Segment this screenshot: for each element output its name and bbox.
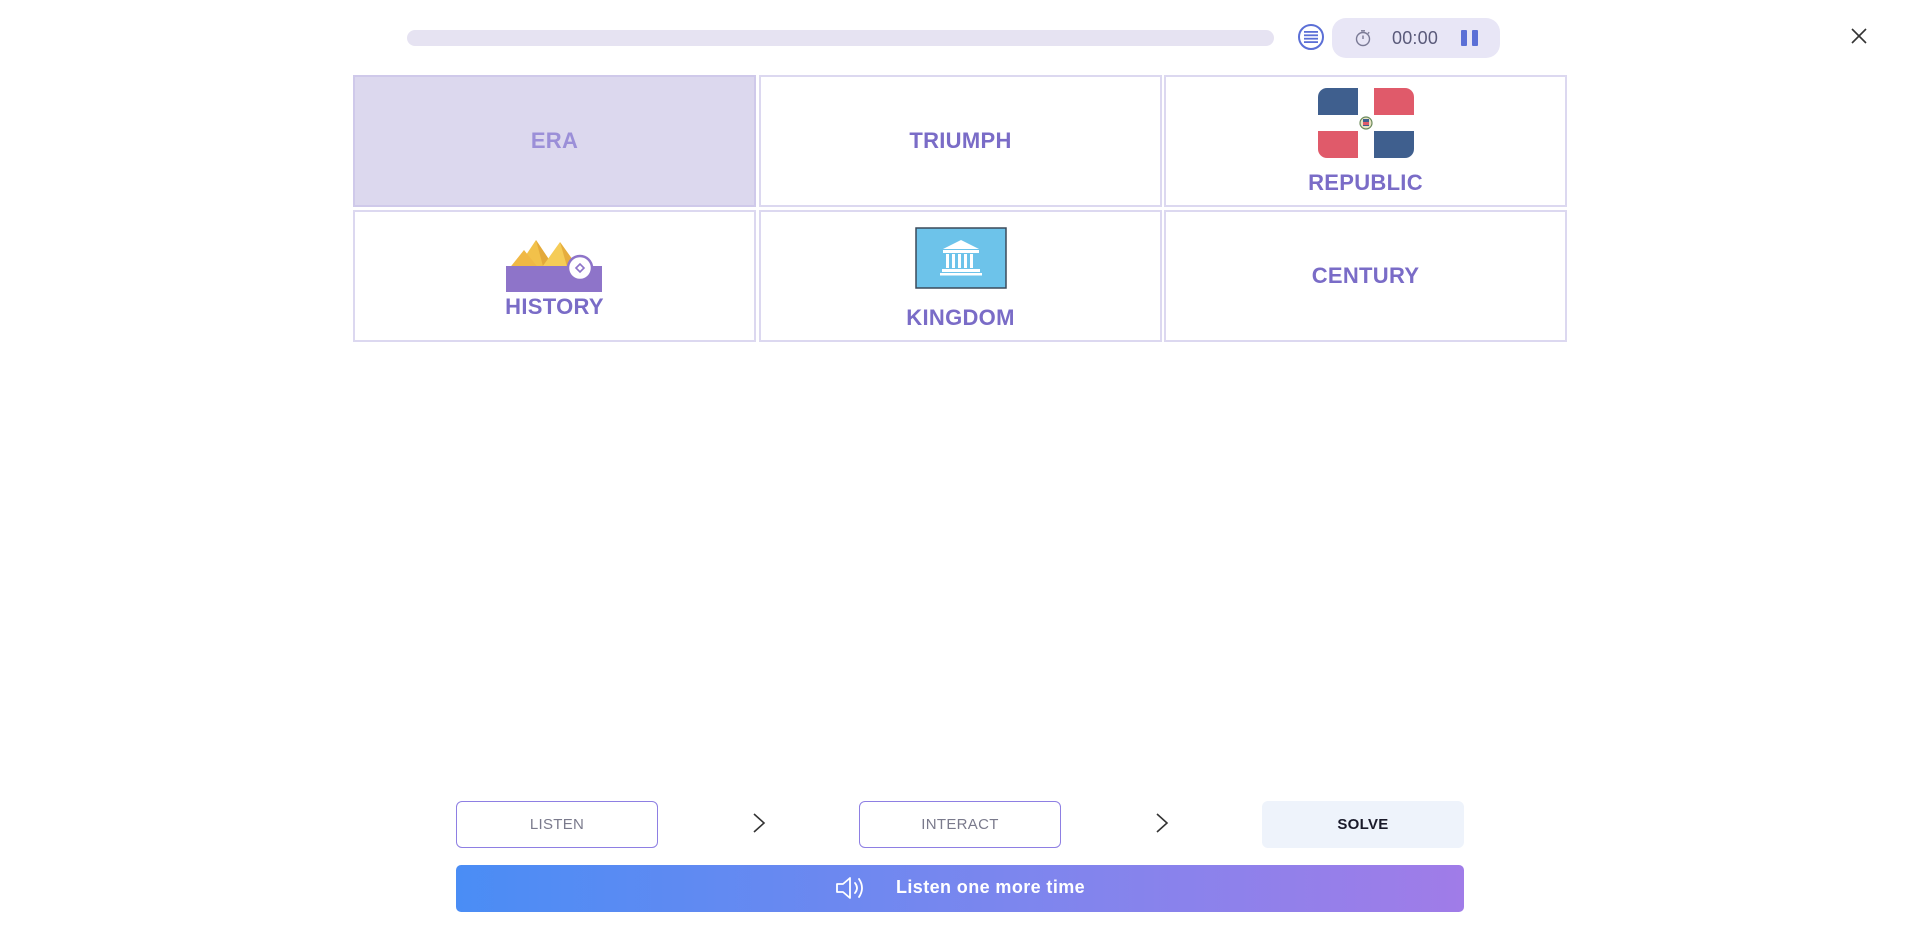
timer-text: 00:00 [1392, 28, 1439, 48]
pause-button[interactable] [1458, 27, 1482, 49]
unesco-flag-icon [914, 227, 1007, 289]
card-label: CENTURY [1311, 263, 1420, 288]
card-era[interactable]: ERA [353, 75, 756, 207]
card-century[interactable]: CENTURY [1164, 210, 1567, 342]
card-label: HISTORY [505, 294, 604, 319]
close-icon[interactable] [1847, 24, 1871, 48]
chevron-right-icon [753, 813, 766, 833]
card-republic[interactable]: REPUBLIC [1164, 75, 1567, 207]
card-triumph[interactable]: TRIUMPH [759, 75, 1162, 207]
timer-pill: 00:00 [1332, 18, 1500, 58]
list-icon[interactable] [1298, 24, 1324, 50]
pyramids-icon [505, 240, 602, 292]
card-label: REPUBLIC [1308, 170, 1423, 195]
speaker-icon [836, 877, 863, 899]
listen-again-label: Listen one more time [896, 877, 1086, 897]
stopwatch-icon [1355, 30, 1371, 47]
solve-step-button[interactable]: SOLVE [1262, 801, 1464, 848]
listen-again-button[interactable]: Listen one more time [456, 865, 1464, 912]
card-label: ERA [530, 128, 579, 153]
card-kingdom[interactable]: KINGDOM [759, 210, 1162, 342]
chevron-right-icon [1156, 813, 1169, 833]
card-history[interactable]: HISTORY [353, 210, 756, 342]
progress-bar [407, 30, 1274, 46]
answer-grid: ERA TRIUMPH REPUBLIC HISTORY KINGDOM CEN… [353, 75, 1567, 342]
dominican-republic-flag-icon [1317, 88, 1414, 158]
listen-step-button[interactable]: LISTEN [456, 801, 658, 848]
card-label: TRIUMPH [909, 128, 1012, 153]
interact-step-button[interactable]: INTERACT [859, 801, 1061, 848]
card-label: KINGDOM [906, 305, 1015, 330]
